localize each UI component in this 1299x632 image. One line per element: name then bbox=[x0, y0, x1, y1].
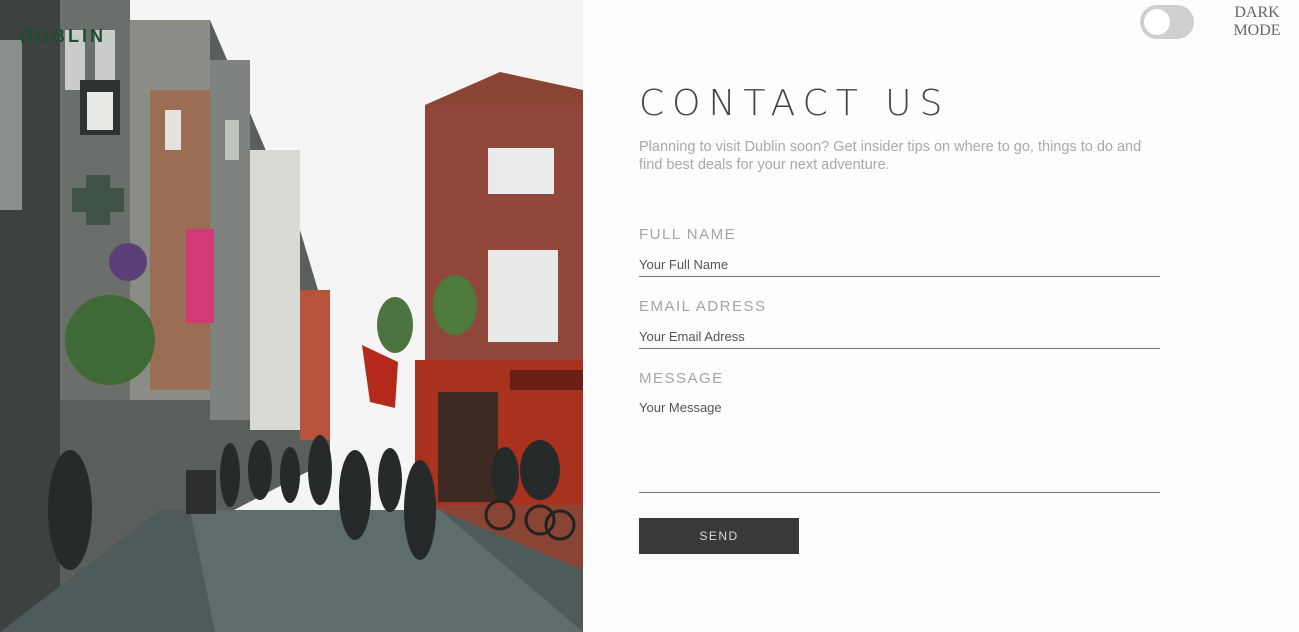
full-name-input[interactable] bbox=[639, 253, 1160, 277]
page-title: CONTACT US bbox=[639, 83, 951, 124]
email-input[interactable] bbox=[639, 325, 1160, 349]
full-name-label: FULL NAME bbox=[639, 226, 737, 243]
full-name-field: FULL NAME bbox=[639, 226, 1160, 277]
dark-mode-label: DARK MODE bbox=[1233, 4, 1281, 39]
logo[interactable]: DUBLIN bbox=[20, 26, 106, 47]
email-field: EMAIL ADRESS bbox=[639, 298, 1160, 349]
contact-section: CONTACT US Planning to visit Dublin soon… bbox=[639, 82, 1160, 554]
page-subtitle: Planning to visit Dublin soon? Get insid… bbox=[639, 139, 1142, 173]
email-label: EMAIL ADRESS bbox=[639, 298, 767, 315]
toggle-knob bbox=[1144, 9, 1170, 35]
dark-mode-toggle[interactable] bbox=[1140, 5, 1194, 39]
message-label: MESSAGE bbox=[639, 370, 724, 387]
hero-photo: DUBLIN bbox=[0, 0, 583, 632]
send-button[interactable]: SEND bbox=[639, 518, 799, 554]
message-field: MESSAGE bbox=[639, 370, 1160, 493]
street-scene-illustration bbox=[0, 0, 583, 632]
message-textarea[interactable] bbox=[639, 397, 1160, 493]
